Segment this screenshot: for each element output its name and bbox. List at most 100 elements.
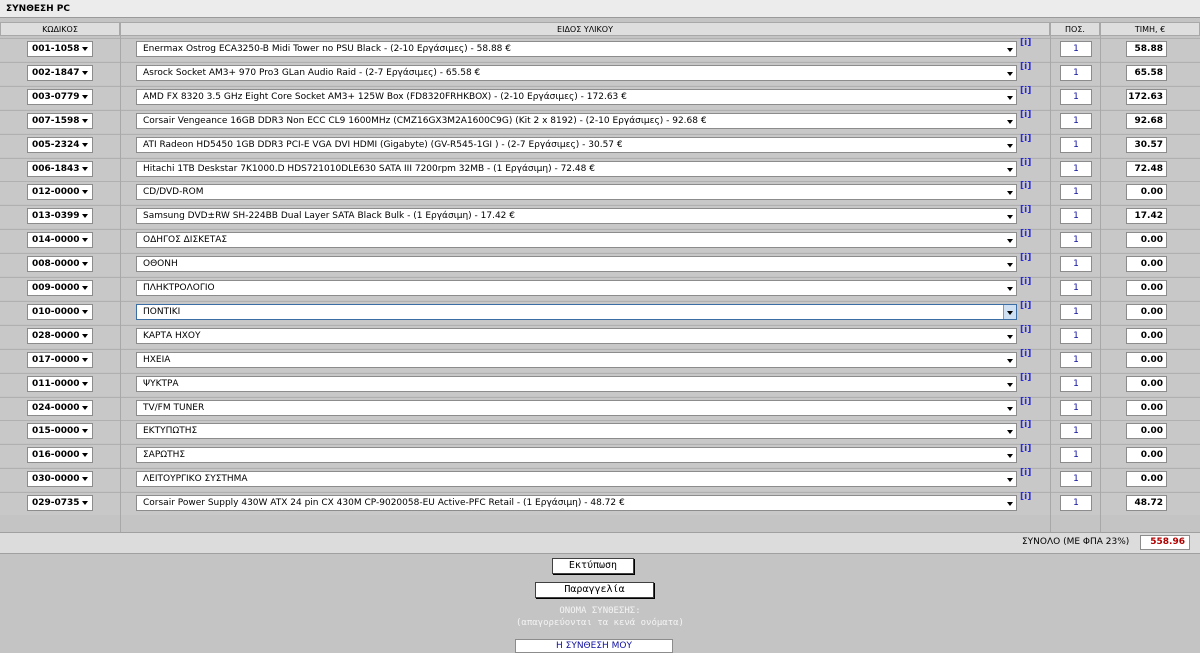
item-select[interactable]: AMD FX 8320 3.5 GHz Eight Core Socket AM… (136, 88, 1017, 105)
item-select[interactable]: Asrock Socket AM3+ 970 Pro3 GLan Audio R… (136, 64, 1017, 81)
code-select[interactable]: 017-0000 (27, 351, 93, 368)
code-select[interactable]: 011-0000 (27, 375, 93, 392)
item-select[interactable]: ΨΥΚΤΡΑ (136, 375, 1017, 392)
print-button[interactable]: Εκτύπωση (552, 558, 634, 574)
chevron-down-icon (82, 166, 88, 171)
quantity-input[interactable]: 1 (1060, 88, 1092, 105)
item-select[interactable]: ΛΕΙΤΟΥΡΓΙΚΟ ΣΥΣΤΗΜΑ (136, 471, 1017, 488)
table-row: 024-0000 TV/FM TUNER [i] 1 0.00 (0, 396, 1200, 420)
info-icon[interactable]: [i] (1020, 229, 1031, 239)
quantity-input[interactable]: 1 (1060, 495, 1092, 512)
info-icon[interactable]: [i] (1020, 253, 1031, 263)
quantity-input[interactable]: 1 (1060, 160, 1092, 177)
code-select[interactable]: 009-0000 (27, 280, 93, 296)
info-icon[interactable]: [i] (1020, 420, 1031, 430)
code-select[interactable]: 002-1847 (27, 64, 93, 81)
item-select[interactable]: TV/FM TUNER (136, 399, 1017, 416)
item-select[interactable]: ΟΔΗΓΟΣ ΔΙΣΚΕΤΑΣ (136, 232, 1017, 249)
info-icon[interactable]: [i] (1020, 38, 1031, 48)
quantity-input[interactable]: 1 (1060, 112, 1092, 129)
quantity-input[interactable]: 1 (1060, 280, 1092, 296)
quantity-input[interactable]: 1 (1060, 399, 1092, 416)
code-select[interactable]: 013-0399 (27, 208, 93, 225)
table-row: 030-0000 ΛΕΙΤΟΥΡΓΙΚΟ ΣΥΣΤΗΜΑ [i] 1 0.00 (0, 467, 1200, 492)
quantity-input[interactable]: 1 (1060, 375, 1092, 392)
code-select[interactable]: 016-0000 (27, 447, 93, 464)
quantity-input[interactable]: 1 (1060, 64, 1092, 81)
item-select[interactable]: ATI Radeon HD5450 1GB DDR3 PCI-E VGA DVI… (136, 136, 1017, 153)
code-select[interactable]: 010-0000 (27, 303, 93, 320)
code-select[interactable]: 028-0000 (27, 327, 93, 344)
code-select[interactable]: 007-1598 (27, 112, 93, 129)
code-select[interactable]: 014-0000 (27, 232, 93, 249)
composition-name-input[interactable]: Η ΣΥΝΘΕΣΗ ΜΟΥ (515, 639, 673, 653)
item-select[interactable]: Samsung DVD±RW SH-224BB Dual Layer SATA … (136, 208, 1017, 225)
item-select[interactable]: ΗΧΕΙΑ (136, 351, 1017, 368)
info-icon[interactable]: [i] (1020, 492, 1031, 502)
total-value: 558.96 (1140, 535, 1190, 550)
info-icon[interactable]: [i] (1020, 181, 1031, 191)
quantity-input[interactable]: 1 (1060, 471, 1092, 488)
item-select[interactable]: ΠΟΝΤΙΚΙ (136, 303, 1017, 320)
info-icon[interactable]: [i] (1020, 301, 1031, 311)
item-select[interactable]: ΟΘΟΝΗ (136, 256, 1017, 273)
chevron-down-icon (1007, 191, 1013, 196)
quantity-input[interactable]: 1 (1060, 327, 1092, 344)
code-select[interactable]: 005-2324 (27, 136, 93, 153)
item-select[interactable]: Hitachi 1TB Deskstar 7K1000.D HDS721010D… (136, 160, 1017, 177)
code-select[interactable]: 024-0000 (27, 399, 93, 416)
quantity-input[interactable]: 1 (1060, 41, 1092, 57)
header-qty: ΠΟΣ. (1050, 22, 1100, 36)
code-select[interactable]: 001-1058 (27, 41, 93, 57)
info-icon[interactable]: [i] (1020, 277, 1031, 287)
quantity-input[interactable]: 1 (1060, 256, 1092, 273)
item-select[interactable]: Enermax Ostrog ECA3250-B Midi Tower no P… (136, 41, 1017, 57)
chevron-down-icon (82, 501, 88, 506)
table-row: 006-1843 Hitachi 1TB Deskstar 7K1000.D HD… (0, 157, 1200, 181)
chevron-down-icon (1007, 119, 1013, 124)
code-value: 003-0779 (32, 91, 80, 102)
item-select[interactable]: ΣΑΡΩΤΗΣ (136, 447, 1017, 464)
info-icon[interactable]: [i] (1020, 468, 1031, 478)
code-select[interactable]: 030-0000 (27, 471, 93, 488)
info-icon[interactable]: [i] (1020, 325, 1031, 335)
code-value: 012-0000 (32, 187, 80, 198)
quantity-input[interactable]: 1 (1060, 136, 1092, 153)
item-select[interactable]: Corsair Power Supply 430W ATX 24 pin CX … (136, 495, 1017, 512)
info-icon[interactable]: [i] (1020, 397, 1031, 407)
item-select[interactable]: Corsair Vengeance 16GB DDR3 Non ECC CL9 … (136, 112, 1017, 129)
quantity-input[interactable]: 1 (1060, 184, 1092, 201)
info-icon[interactable]: [i] (1020, 205, 1031, 215)
table-row: 009-0000 ΠΛΗΚΤΡΟΛΟΓΙΟ [i] 1 0.00 (0, 276, 1200, 300)
quantity-input[interactable]: 1 (1060, 351, 1092, 368)
code-select[interactable]: 029-0735 (27, 495, 93, 512)
quantity-input[interactable]: 1 (1060, 447, 1092, 464)
order-button[interactable]: Παραγγελία (535, 582, 654, 598)
chevron-down-icon (82, 333, 88, 338)
quantity-input[interactable]: 1 (1060, 303, 1092, 320)
quantity-input[interactable]: 1 (1060, 208, 1092, 225)
code-select[interactable]: 012-0000 (27, 184, 93, 201)
info-icon[interactable]: [i] (1020, 444, 1031, 454)
info-icon[interactable]: [i] (1020, 110, 1031, 120)
info-icon[interactable]: [i] (1020, 373, 1031, 383)
code-select[interactable]: 015-0000 (27, 423, 93, 440)
item-select[interactable]: ΕΚΤΥΠΩΤΗΣ (136, 423, 1017, 440)
info-icon[interactable]: [i] (1020, 134, 1031, 144)
quantity-input[interactable]: 1 (1060, 423, 1092, 440)
info-icon[interactable]: [i] (1020, 349, 1031, 359)
info-icon[interactable]: [i] (1020, 62, 1031, 72)
info-icon[interactable]: [i] (1020, 158, 1031, 168)
quantity-input[interactable]: 1 (1060, 232, 1092, 249)
code-value: 014-0000 (32, 235, 80, 246)
dropdown-button[interactable] (1003, 304, 1016, 319)
code-select[interactable]: 006-1843 (27, 160, 93, 177)
code-select[interactable]: 003-0779 (27, 88, 93, 105)
info-icon[interactable]: [i] (1020, 86, 1031, 96)
item-select[interactable]: CD/DVD-ROM (136, 184, 1017, 201)
table-row: 001-1058 Enermax Ostrog ECA3250-B Midi To… (0, 37, 1200, 61)
total-label: ΣΥΝΟΛΟ (ΜΕ ΦΠΑ 23%) (1022, 537, 1130, 547)
code-select[interactable]: 008-0000 (27, 256, 93, 273)
item-select[interactable]: ΚΑΡΤΑ ΗΧΟΥ (136, 327, 1017, 344)
item-select[interactable]: ΠΛΗΚΤΡΟΛΟΓΙΟ (136, 280, 1017, 296)
